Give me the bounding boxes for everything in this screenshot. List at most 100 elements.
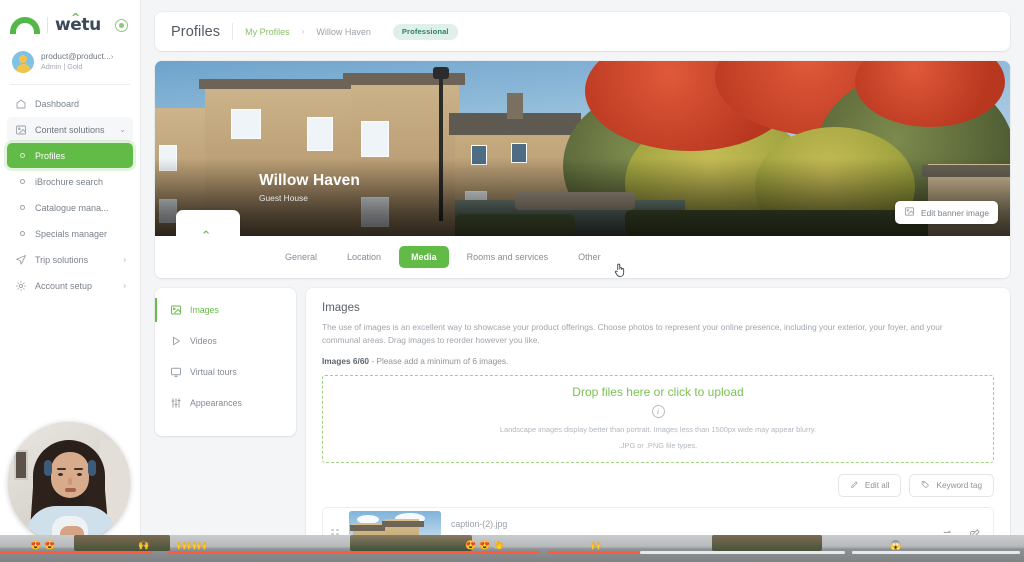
sidebar-item-content-solutions[interactable]: Content solutions ⌄ bbox=[7, 117, 133, 142]
breadcrumb: Profiles My Profiles › Willow Haven Prof… bbox=[155, 12, 1010, 51]
arch-logo-icon bbox=[10, 17, 40, 34]
timeline-segment-played[interactable] bbox=[168, 551, 540, 554]
media-subnav: Images Videos Virtual tours bbox=[155, 288, 296, 436]
profile-hero: Edit banner image Willow Haven Guest Hou… bbox=[155, 61, 1010, 278]
presenter-face bbox=[51, 452, 89, 498]
image-icon bbox=[169, 304, 182, 317]
sidebar-item-catalogue-management[interactable]: Catalogue mana... bbox=[7, 195, 133, 220]
timeline-segment-played[interactable] bbox=[0, 551, 152, 554]
timeline-segment-remaining[interactable] bbox=[640, 551, 845, 554]
image-count: Images 6/60 bbox=[322, 356, 369, 366]
breadcrumb-link-my-profiles[interactable]: My Profiles bbox=[245, 27, 290, 37]
subnav-item-images[interactable]: Images bbox=[155, 298, 296, 322]
banner-image: Edit banner image Willow Haven Guest Hou… bbox=[155, 61, 1010, 236]
collapse-toggle-icon[interactable] bbox=[115, 19, 128, 32]
dropzone-note-line1: Landscape images display better than por… bbox=[500, 424, 816, 436]
user-account-row[interactable]: product@product...› Admin | Gold bbox=[0, 44, 140, 82]
subnav-item-label: Videos bbox=[190, 336, 217, 346]
subnav-item-appearances[interactable]: Appearances bbox=[155, 391, 296, 415]
sidebar-item-label: iBrochure search bbox=[35, 177, 103, 187]
tab-location[interactable]: Location bbox=[335, 246, 393, 268]
play-icon bbox=[169, 335, 182, 348]
sidebar-item-account-setup[interactable]: Account setup › bbox=[7, 273, 133, 298]
mouse-cursor-icon bbox=[613, 262, 627, 278]
subnav-item-videos[interactable]: Videos bbox=[155, 329, 296, 353]
chevron-right-icon: › bbox=[111, 52, 114, 61]
tab-general[interactable]: General bbox=[273, 246, 329, 268]
panel-description: The use of images is an excellent way to… bbox=[322, 321, 972, 347]
subnav-item-label: Images bbox=[190, 305, 219, 315]
brand-wordmark: ^ wetu bbox=[55, 17, 101, 34]
keyword-tag-button[interactable]: Keyword tag bbox=[909, 474, 994, 497]
dropzone-note-line2: .JPG or .PNG file types. bbox=[619, 440, 697, 452]
profile-tabs: General Location Media Rooms and service… bbox=[155, 236, 1010, 278]
tab-media[interactable]: Media bbox=[399, 246, 449, 268]
edit-all-button[interactable]: Edit all bbox=[838, 474, 902, 497]
profile-logo-tile: ^ wetu bbox=[176, 210, 240, 236]
sidebar-item-label: Catalogue mana... bbox=[35, 203, 109, 213]
sidebar-item-specials-manager[interactable]: Specials manager bbox=[7, 221, 133, 246]
images-panel: Images The use of images is an excellent… bbox=[306, 288, 1010, 562]
main-content: Profiles My Profiles › Willow Haven Prof… bbox=[141, 0, 1024, 562]
sidebar-item-label: Profiles bbox=[35, 151, 65, 161]
sidebar-divider bbox=[10, 84, 130, 85]
info-icon: i bbox=[652, 405, 665, 418]
image-icon bbox=[14, 123, 27, 136]
chevron-right-icon: › bbox=[123, 281, 126, 290]
edit-banner-image-button[interactable]: Edit banner image bbox=[895, 201, 998, 224]
timeline-thumbnail bbox=[712, 535, 822, 551]
app-root: ^ wetu product@product...› Admin | Gold … bbox=[0, 0, 1024, 562]
edit-all-label: Edit all bbox=[865, 481, 890, 490]
page-title: Profiles bbox=[171, 24, 220, 40]
presenter-webcam-overlay bbox=[8, 422, 130, 544]
tab-other[interactable]: Other bbox=[566, 246, 613, 268]
subnav-item-virtual-tours[interactable]: Virtual tours bbox=[155, 360, 296, 384]
brand-caret-accent: ^ bbox=[71, 12, 80, 23]
breadcrumb-separator: › bbox=[302, 27, 305, 36]
sidebar-item-label: Content solutions bbox=[35, 125, 105, 135]
pencil-icon bbox=[850, 480, 859, 491]
dot-icon bbox=[14, 175, 27, 188]
reaction-marker: 🙌 bbox=[138, 541, 149, 550]
reaction-marker: 😍 bbox=[44, 541, 55, 550]
logo-caret-accent: ^ bbox=[202, 231, 210, 237]
edit-banner-image-label: Edit banner image bbox=[921, 208, 989, 218]
upload-dropzone[interactable]: Drop files here or click to upload i Lan… bbox=[322, 375, 994, 463]
reaction-marker: 😍 bbox=[479, 541, 490, 550]
sidebar-item-label: Specials manager bbox=[35, 229, 107, 239]
sidebar: ^ wetu product@product...› Admin | Gold … bbox=[0, 0, 141, 562]
sidebar-item-ibrochure-search[interactable]: iBrochure search bbox=[7, 169, 133, 194]
send-icon bbox=[14, 253, 27, 266]
user-meta: product@product...› Admin | Gold bbox=[41, 52, 114, 72]
timeline-segment-played[interactable] bbox=[548, 551, 640, 554]
reaction-marker: 👏 bbox=[493, 541, 504, 550]
reaction-marker: 😍 bbox=[30, 541, 41, 550]
subnav-item-label: Virtual tours bbox=[190, 367, 237, 377]
panel-actions: Edit all Keyword tag bbox=[322, 474, 994, 497]
sidebar-item-dashboard[interactable]: Dashboard bbox=[7, 91, 133, 116]
profile-name: Willow Haven bbox=[259, 172, 360, 190]
sidebar-item-label: Dashboard bbox=[35, 99, 79, 109]
keyword-tag-label: Keyword tag bbox=[936, 481, 982, 490]
breadcrumb-divider bbox=[232, 23, 233, 40]
image-count-line: Images 6/60 - Please add a minimum of 6 … bbox=[322, 356, 994, 366]
breadcrumb-current: Willow Haven bbox=[316, 27, 371, 37]
sidebar-item-label: Account setup bbox=[35, 281, 92, 291]
user-email: product@product...› bbox=[41, 52, 114, 62]
panorama-icon bbox=[169, 366, 182, 379]
chevron-right-icon: › bbox=[123, 255, 126, 264]
timeline-thumbnail bbox=[350, 535, 472, 551]
timeline-thumbnail bbox=[74, 535, 170, 551]
dot-icon bbox=[14, 227, 27, 240]
recording-timeline-bar[interactable]: 😍 😍 🙌 🙌 🙌 🙌 😍 😍 👏 🙌 😱 bbox=[0, 535, 1024, 562]
sidebar-item-trip-solutions[interactable]: Trip solutions › bbox=[7, 247, 133, 272]
profile-subtitle: Guest House bbox=[259, 193, 308, 203]
media-content: Images Videos Virtual tours bbox=[155, 288, 1010, 562]
reaction-marker: 😱 bbox=[890, 541, 901, 550]
timeline-segment-remaining[interactable] bbox=[852, 551, 1020, 554]
brand-row: ^ wetu bbox=[0, 6, 140, 44]
sidebar-item-profiles[interactable]: Profiles bbox=[7, 143, 133, 168]
chevron-down-icon: ⌄ bbox=[119, 125, 126, 134]
sliders-icon bbox=[169, 397, 182, 410]
tab-rooms-and-services[interactable]: Rooms and services bbox=[455, 246, 561, 268]
